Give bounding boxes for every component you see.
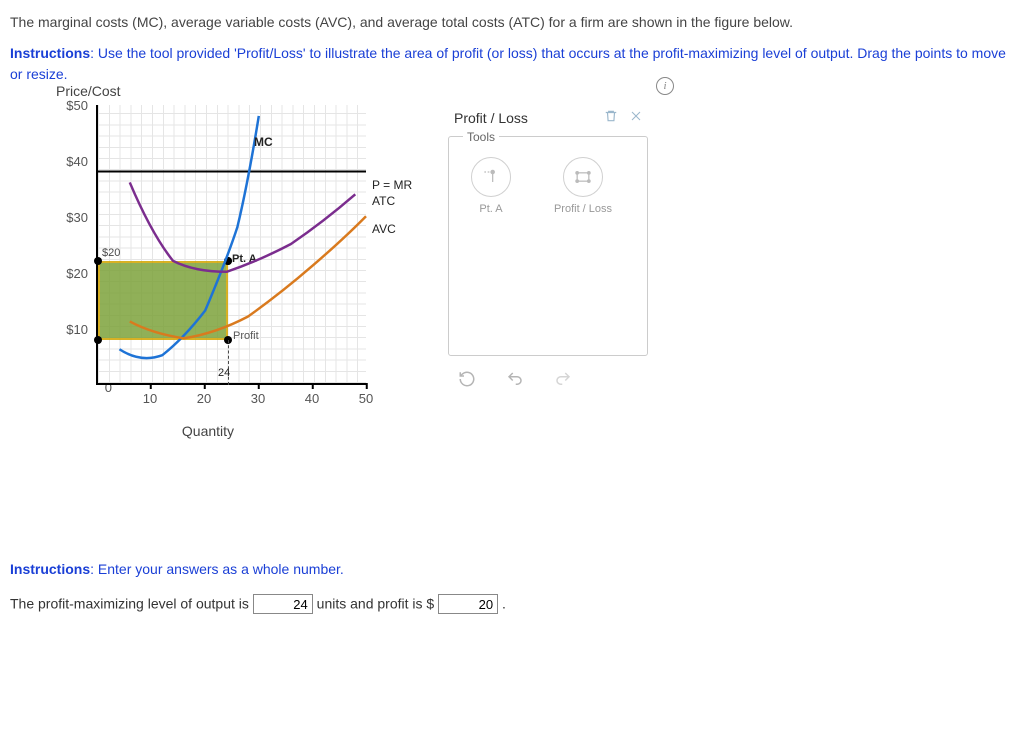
instructions-2-body: : Enter your answers as a whole number. [90,561,344,577]
x-tick: 10 [143,391,157,406]
close-icon[interactable] [630,109,642,126]
instructions-2-label: Instructions [10,561,90,577]
tools-legend: Tools [463,130,499,144]
y-tick: $30 [48,210,88,225]
curves-svg [98,105,366,383]
rect-tool-icon [563,157,603,197]
y-tick: $50 [48,98,88,113]
profit-input[interactable] [438,594,498,614]
intro-text: The marginal costs (MC), average variabl… [10,12,1019,33]
tool-label: Profit / Loss [554,203,612,215]
chart: Price/Cost $50 $40 $30 $20 $10 0 10 20 3… [38,105,418,439]
info-icon[interactable]: i [656,77,674,95]
answer-prefix: The profit-maximizing level of output is [10,596,253,612]
avc-label: AVC [372,222,396,236]
tool-label: Pt. A [479,203,502,215]
y-tick: $40 [48,154,88,169]
output-input[interactable] [253,594,313,614]
tools-fieldset: Tools Pt. A Profit / [448,136,648,356]
panel-title: Profit / Loss [454,110,528,126]
redo-icon[interactable] [554,370,572,393]
trash-icon[interactable] [604,109,618,126]
y-tick: $20 [48,266,88,281]
tool-panel: Profit / Loss Tools Pt. [448,105,648,393]
mc-label: MC [254,135,273,149]
tool-point-a[interactable]: Pt. A [459,157,523,215]
undo-icon[interactable] [506,370,524,393]
plot-area[interactable]: $20 Pt. A Profit 24 [96,105,366,385]
y-tick: $10 [48,322,88,337]
x-tick: 30 [251,391,265,406]
reset-icon[interactable] [458,370,476,393]
x-tick: 20 [197,391,211,406]
answer-mid: units and profit is $ [317,596,438,612]
tool-profit-loss[interactable]: Profit / Loss [551,157,615,215]
instructions-1: Instructions: Use the tool provided 'Pro… [10,43,1019,85]
instructions-1-body: : Use the tool provided 'Profit/Loss' to… [10,45,1006,82]
instructions-1-label: Instructions [10,45,90,61]
x-tick: 40 [305,391,319,406]
x-axis-title: Quantity [38,423,378,439]
y-axis-title: Price/Cost [56,83,121,99]
point-tool-icon [471,157,511,197]
pmr-label: P = MR [372,178,412,192]
instructions-2: Instructions: Enter your answers as a wh… [10,559,1019,580]
answer-suffix: . [502,596,506,612]
x-tick: 50 [359,391,373,406]
atc-label: ATC [372,194,395,208]
answer-sentence: The profit-maximizing level of output is… [10,594,1019,614]
